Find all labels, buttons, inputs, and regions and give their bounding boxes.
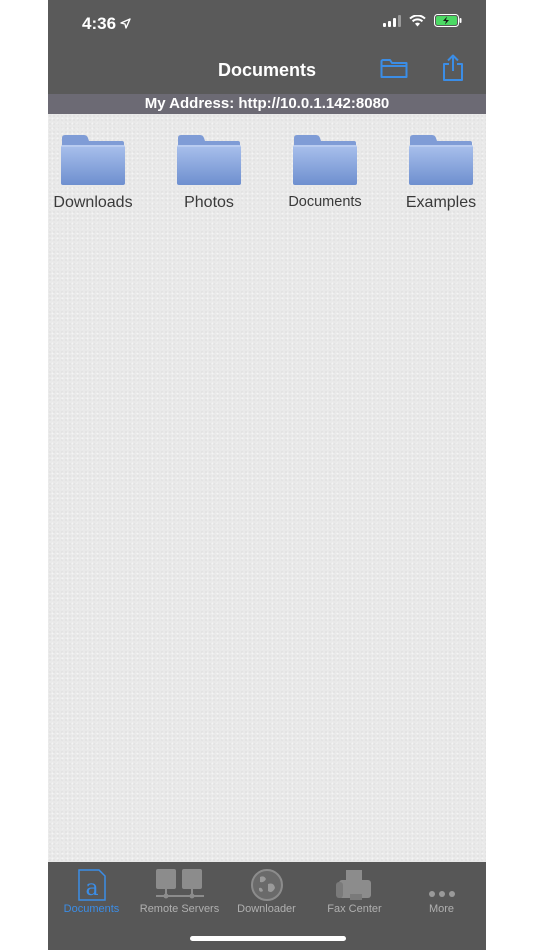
tab-fax-center[interactable]: Fax Center — [311, 862, 398, 918]
folder-grid: Downloads Photos Documents Examples — [48, 114, 486, 862]
location-arrow-icon — [120, 14, 131, 34]
tab-label: More — [428, 903, 455, 915]
folder-documents[interactable]: Documents — [275, 132, 375, 222]
wifi-icon — [409, 14, 426, 32]
folder-icon — [177, 135, 241, 185]
share-button[interactable] — [437, 54, 469, 86]
folder-icon — [293, 135, 357, 185]
folder-label: Examples — [405, 194, 477, 211]
tab-downloader[interactable]: Downloader — [223, 862, 310, 918]
document-a-icon: a — [48, 862, 135, 902]
new-folder-button[interactable] — [378, 54, 410, 86]
folder-icon — [61, 135, 125, 185]
fax-icon — [311, 862, 398, 902]
tab-label: Documents — [63, 903, 120, 915]
more-dots-icon — [398, 862, 485, 902]
folder-examples[interactable]: Examples — [391, 132, 486, 222]
page-title: Documents — [217, 60, 316, 80]
folder-icon — [409, 135, 473, 185]
globe-icon — [223, 862, 310, 902]
tab-label: Remote Servers — [139, 903, 220, 915]
tab-more[interactable]: More — [398, 862, 485, 918]
folder-label: Photos — [184, 194, 234, 211]
folder-label: Downloads — [53, 194, 133, 211]
home-indicator[interactable] — [190, 936, 346, 941]
cellular-signal-icon — [383, 14, 401, 32]
tab-documents[interactable]: a Documents — [48, 862, 135, 918]
address-bar: My Address: http://10.0.1.142:8080 — [48, 94, 486, 114]
svg-text:a: a — [85, 876, 98, 901]
top-bar: 4:36 Documents — [48, 0, 486, 94]
tab-label: Downloader — [237, 903, 296, 915]
status-icons — [383, 14, 462, 32]
status-time: 4:36 — [82, 14, 131, 34]
folder-downloads[interactable]: Downloads — [48, 132, 143, 222]
folder-label: Documents — [288, 194, 362, 210]
tab-remote-servers[interactable]: Remote Servers — [136, 862, 223, 918]
battery-charging-icon — [434, 14, 462, 32]
share-icon — [442, 54, 464, 87]
servers-icon — [136, 862, 223, 902]
status-time-text: 4:36 — [82, 14, 117, 33]
folder-outline-icon — [380, 57, 408, 84]
app-screen: 4:36 Documents My Address: http://10.0.1… — [48, 0, 486, 950]
folder-photos[interactable]: Photos — [159, 132, 259, 222]
tab-label: Fax Center — [327, 903, 382, 915]
